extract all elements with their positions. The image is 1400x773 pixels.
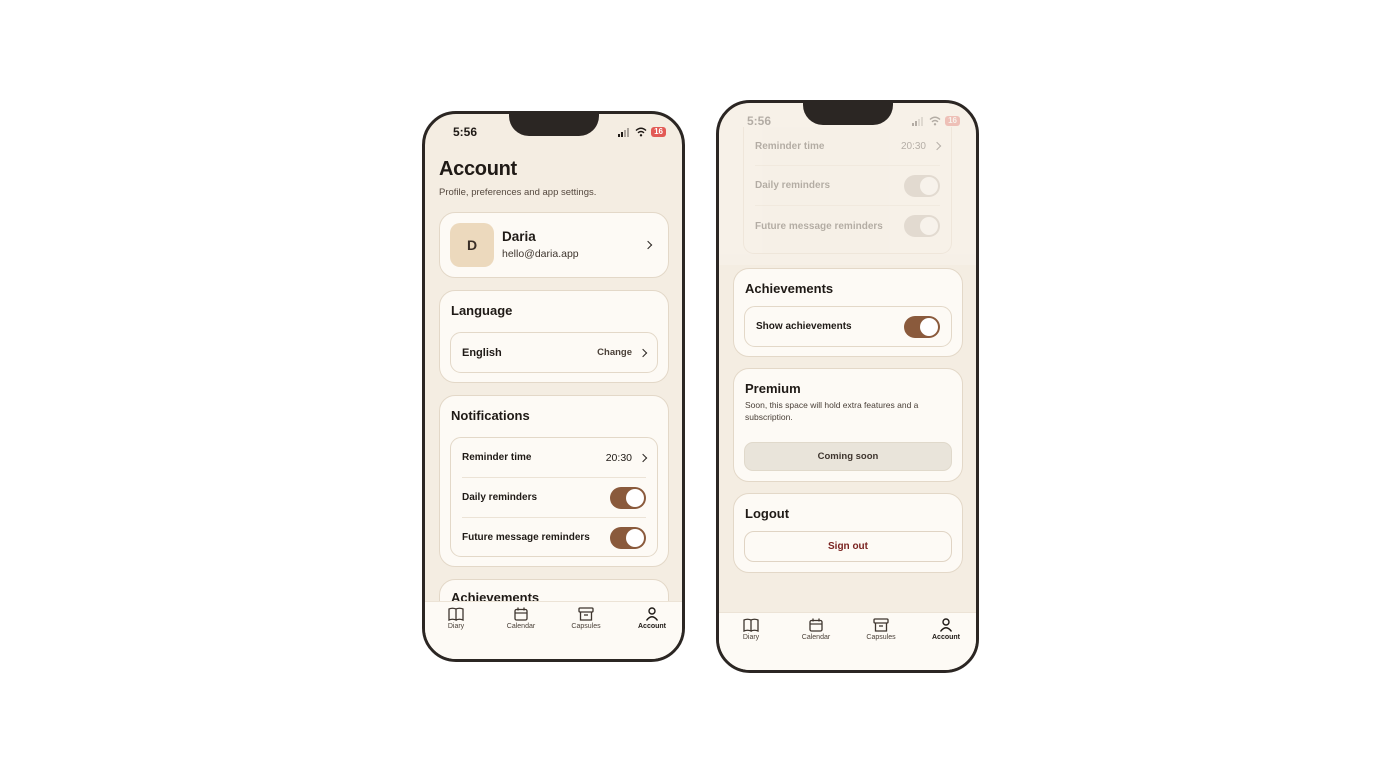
future-message-label: Future message reminders <box>755 220 883 232</box>
show-achievements-label: Show achievements <box>756 321 852 332</box>
tab-label: Diary <box>447 623 465 630</box>
show-achievements-row: Show achievements <box>744 306 952 347</box>
tab-label: Calendar <box>801 634 831 641</box>
reminder-time-value: 20:30 <box>900 140 926 152</box>
reminder-time-label: Reminder time <box>755 140 825 152</box>
signal-icon <box>912 116 925 126</box>
premium-card: Premium Soon, this space will hold extra… <box>733 368 963 482</box>
profile-email: hello@daria.app <box>502 248 579 260</box>
page-title: Account <box>439 158 517 180</box>
chevron-right-icon <box>932 141 942 151</box>
profile-card[interactable]: D Daria hello@daria.app <box>439 212 669 278</box>
notch <box>803 103 893 125</box>
notifications-list: Reminder time 20:30 Daily reminders Futu… <box>743 127 952 254</box>
reminder-time-row[interactable]: Reminder time 20:30 <box>462 438 648 477</box>
reminder-time-label: Reminder time <box>462 452 532 463</box>
logout-title: Logout <box>745 506 790 521</box>
tab-bar: Diary Calendar Capsules Account <box>719 612 976 670</box>
tab-calendar[interactable]: Calendar <box>791 618 841 641</box>
future-message-toggle[interactable] <box>610 526 646 549</box>
premium-description: Soon, this space will hold extra feature… <box>745 400 919 422</box>
chevron-right-icon <box>638 453 648 462</box>
tab-capsules[interactable]: Capsules <box>561 607 611 630</box>
chevron-right-icon <box>638 348 648 357</box>
battery-icon: 16 <box>651 127 666 137</box>
notch <box>509 114 599 136</box>
user-icon <box>939 618 953 632</box>
tab-diary[interactable]: Diary <box>431 607 481 630</box>
wifi-icon <box>929 116 941 126</box>
tab-account[interactable]: Account <box>627 607 677 630</box>
notifications-list: Reminder time 20:30 Daily reminders Futu… <box>450 437 658 557</box>
tab-bar: Diary Calendar Capsules Account <box>425 601 682 659</box>
tab-label: Capsules <box>571 623 601 630</box>
tab-label: Calendar <box>506 623 536 630</box>
achievements-title: Achievements <box>745 281 834 296</box>
notifications-card: Notifications Reminder time 20:30 Daily … <box>439 395 669 567</box>
achievements-card: Achievements Show achievements <box>733 268 963 357</box>
language-value: English <box>462 346 502 359</box>
battery-icon: 16 <box>945 116 960 126</box>
daily-reminders-toggle[interactable] <box>610 486 646 509</box>
tab-diary[interactable]: Diary <box>726 618 776 641</box>
archive-box-icon <box>873 618 889 632</box>
scrolled-under-status-area: 5:56 16 Reminder time 20:30 Daily remind… <box>719 103 976 265</box>
daily-reminders-label: Daily reminders <box>755 180 831 191</box>
future-message-row: Future message reminders <box>755 206 940 246</box>
coming-soon-button[interactable]: Coming soon <box>744 442 952 471</box>
wifi-icon <box>635 127 647 137</box>
avatar: D <box>450 223 494 267</box>
reminder-time-row[interactable]: Reminder time 20:30 <box>755 127 942 165</box>
sign-out-button[interactable]: Sign out <box>744 531 952 562</box>
book-icon <box>448 607 464 621</box>
tab-account[interactable]: Account <box>921 618 971 641</box>
daily-reminders-label: Daily reminders <box>462 492 538 503</box>
premium-title: Premium <box>745 381 801 396</box>
chevron-right-icon <box>643 240 653 250</box>
tab-capsules[interactable]: Capsules <box>856 618 906 641</box>
tab-label: Account <box>932 634 960 641</box>
archive-box-icon <box>578 607 594 621</box>
language-row[interactable]: English Change <box>450 332 658 373</box>
tab-label: Account <box>638 623 666 630</box>
phone-screen-account-scrolled: 5:56 16 Reminder time 20:30 Daily remind… <box>716 100 979 673</box>
show-achievements-toggle[interactable] <box>904 315 940 338</box>
future-message-toggle[interactable] <box>904 215 940 237</box>
status-time: 5:56 <box>747 114 772 128</box>
page-subtitle: Profile, preferences and app settings. <box>439 187 597 198</box>
language-title: Language <box>451 303 513 318</box>
book-icon <box>743 618 759 632</box>
profile-name: Daria <box>502 229 536 244</box>
tab-label: Capsules <box>866 634 896 641</box>
daily-reminders-toggle[interactable] <box>904 174 940 197</box>
tab-label: Diary <box>742 634 760 641</box>
calendar-icon <box>514 607 528 621</box>
notifications-title: Notifications <box>451 408 530 423</box>
daily-reminders-row: Daily reminders <box>462 478 646 517</box>
tab-calendar[interactable]: Calendar <box>496 607 546 630</box>
future-message-label: Future message reminders <box>462 532 590 543</box>
future-message-row: Future message reminders <box>462 518 646 557</box>
logout-card: Logout Sign out <box>733 493 963 573</box>
change-language-link[interactable]: Change <box>597 347 632 358</box>
signal-icon <box>618 127 631 137</box>
language-card: Language English Change <box>439 290 669 383</box>
user-icon <box>645 607 659 621</box>
daily-reminders-row: Daily reminders <box>755 166 940 205</box>
status-time: 5:56 <box>453 125 478 139</box>
reminder-time-value: 20:30 <box>605 451 632 464</box>
calendar-icon <box>809 618 823 632</box>
phone-screen-account-top: 5:56 16 Account Profile, preferences and… <box>422 111 685 662</box>
